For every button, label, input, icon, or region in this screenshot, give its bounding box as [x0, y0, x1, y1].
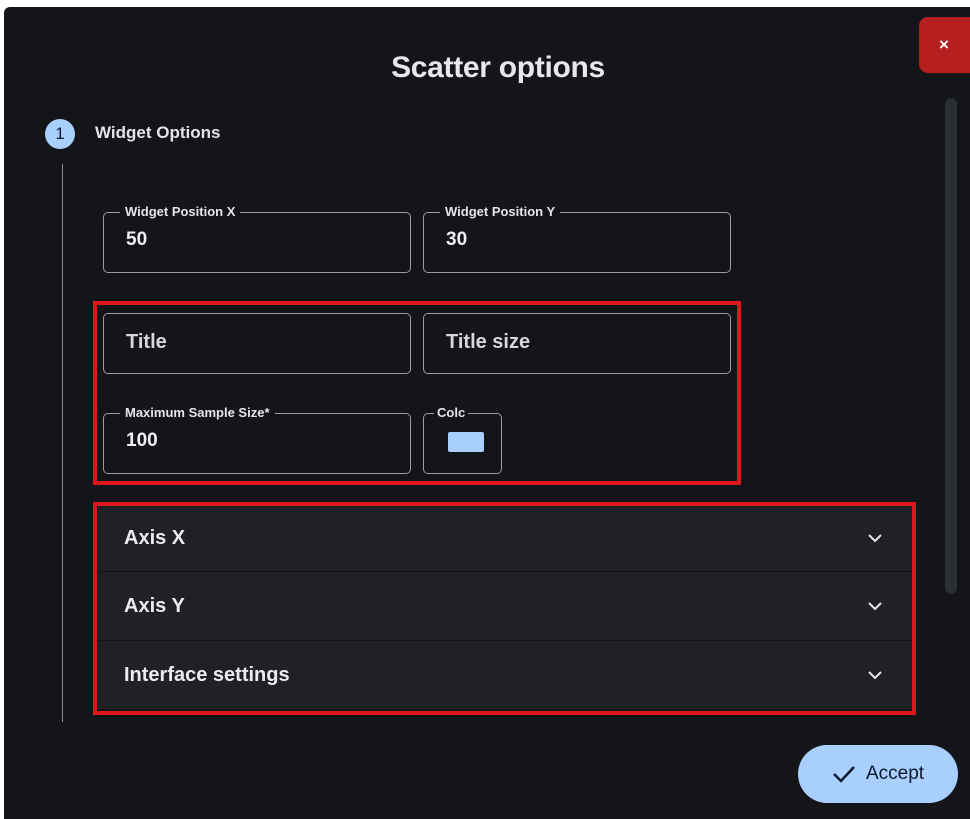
close-icon: ×: [939, 35, 949, 54]
widget-position-x-field[interactable]: Widget Position X 50: [103, 203, 411, 273]
dialog-title: Scatter options: [391, 51, 605, 84]
step-number-badge: 1: [45, 119, 75, 149]
check-icon: [833, 766, 855, 783]
widget-position-x-value[interactable]: 50: [126, 229, 147, 251]
step-connector-line: [62, 164, 63, 722]
widget-position-y-field[interactable]: Widget Position Y 30: [423, 203, 731, 273]
close-button[interactable]: ×: [919, 17, 970, 73]
highlight-box-accordion: [93, 502, 916, 715]
scrollbar[interactable]: [945, 98, 957, 594]
scatter-options-dialog: Scatter options 1 Widget Options Widget …: [4, 7, 970, 819]
widget-position-y-value[interactable]: 30: [446, 229, 467, 251]
step-label: Widget Options: [95, 123, 221, 142]
accept-button-label: Accept: [865, 763, 925, 784]
widget-position-x-label: Widget Position X: [120, 203, 241, 221]
widget-position-y-label: Widget Position Y: [440, 203, 561, 221]
highlight-box-fields: [93, 301, 741, 485]
accept-button[interactable]: Accept: [798, 745, 958, 803]
